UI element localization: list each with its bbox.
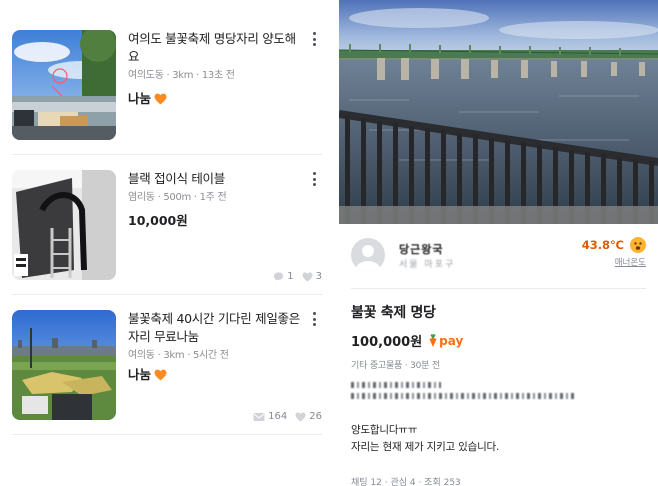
item-thumbnail bbox=[12, 310, 116, 420]
seller-profile[interactable]: 당근왕국 서울 마포구 43.8℃ 매너온도 bbox=[339, 224, 658, 288]
like-count: 26 bbox=[295, 411, 322, 422]
item-description: 양도합니다ㅠㅠ 자리는 현재 제가 지키고 있습니다. bbox=[351, 422, 499, 456]
chat-count: 164 bbox=[253, 411, 287, 422]
more-vertical-icon[interactable] bbox=[310, 310, 318, 328]
item-price-label: 10,000원 bbox=[128, 213, 188, 228]
item-price: 나눔 bbox=[128, 90, 306, 108]
chat-count-value: 164 bbox=[268, 411, 288, 422]
chat-bubble-icon bbox=[274, 272, 284, 281]
item-stats: 164 26 bbox=[253, 411, 322, 422]
item-stats-footer: 채팅 12 · 관심 4 · 조회 253 bbox=[351, 478, 461, 486]
item-info: 블랙 접이식 테이블 염리동 · 500m · 1주 전 10,000원 bbox=[128, 170, 306, 230]
avatar bbox=[351, 238, 385, 272]
list-item[interactable]: 여의도 불꽃축제 명당자리 양도해요 여의도동 · 3km · 13초 전 나눔 bbox=[0, 20, 336, 150]
detail-title: 불꽃 축제 명당 bbox=[351, 305, 436, 321]
divider bbox=[12, 434, 322, 435]
description-line: 자리는 현재 제가 지키고 있습니다. bbox=[351, 441, 500, 453]
item-stats: 1 3 bbox=[273, 271, 322, 282]
detail-price: 100,000원 pay bbox=[351, 331, 463, 351]
orange-heart-icon bbox=[154, 369, 167, 381]
item-meta: 여의도동 · 3km · 13초 전 bbox=[128, 70, 235, 81]
chat-count: 1 bbox=[273, 271, 294, 282]
listing-feed: 여의도 불꽃축제 명당자리 양도해요 여의도동 · 3km · 13초 전 나눔 bbox=[0, 0, 336, 486]
item-price-label: 나눔 bbox=[128, 91, 152, 106]
detail-price-value: 100,000원 bbox=[351, 335, 423, 350]
seller-name: 당근왕국 bbox=[399, 243, 444, 256]
manner-label[interactable]: 매너온도 bbox=[615, 256, 646, 268]
more-vertical-icon[interactable] bbox=[310, 170, 318, 188]
heart-outline-icon bbox=[295, 411, 306, 422]
chat-count-value: 1 bbox=[287, 271, 294, 282]
orange-heart-icon bbox=[154, 93, 167, 105]
carrot-icon bbox=[429, 334, 437, 347]
item-meta: 여의동 · 3km · 5시간 전 bbox=[128, 350, 229, 361]
list-item[interactable]: 블랙 접이식 테이블 염리동 · 500m · 1주 전 10,000원 1 3 bbox=[0, 160, 336, 290]
more-vertical-icon[interactable] bbox=[310, 30, 318, 48]
like-count-value: 3 bbox=[315, 271, 322, 282]
like-count-value: 26 bbox=[309, 411, 322, 422]
item-price-label: 나눔 bbox=[128, 367, 152, 382]
list-item[interactable]: 불꽃축제 40시간 기다린 제일좋은자리 무료나눔 여의동 · 3km · 5시… bbox=[0, 300, 336, 430]
pay-badge: pay bbox=[428, 334, 463, 348]
manner-temperature: 43.8℃ bbox=[581, 238, 624, 252]
item-info: 불꽃축제 40시간 기다린 제일좋은자리 무료나눔 여의동 · 3km · 5시… bbox=[128, 310, 306, 384]
blurred-text bbox=[351, 382, 591, 404]
divider bbox=[351, 288, 646, 289]
divider bbox=[12, 294, 322, 295]
seller-location: 서울 마포구 bbox=[399, 260, 456, 270]
item-title: 여의도 불꽃축제 명당자리 양도해요 bbox=[128, 31, 296, 64]
item-detail: 당근왕국 서울 마포구 43.8℃ 매너온도 불꽃 축제 명당 100,000원… bbox=[339, 0, 658, 486]
item-thumbnail bbox=[12, 170, 116, 280]
item-title: 불꽃축제 40시간 기다린 제일좋은자리 무료나눔 bbox=[128, 311, 300, 344]
description-line: 양도합니다ㅠㅠ bbox=[351, 424, 418, 436]
category-time[interactable]: 기타 중고물품 · 30분 전 bbox=[351, 358, 440, 371]
divider bbox=[12, 154, 322, 155]
pay-label: pay bbox=[439, 333, 464, 348]
item-thumbnail bbox=[12, 30, 116, 140]
smiley-face-icon bbox=[630, 237, 646, 253]
item-price: 10,000원 bbox=[128, 212, 306, 230]
like-count: 3 bbox=[302, 271, 322, 282]
item-price: 나눔 bbox=[128, 366, 306, 384]
item-title: 블랙 접이식 테이블 bbox=[128, 171, 225, 186]
item-photo[interactable] bbox=[339, 0, 658, 224]
item-info: 여의도 불꽃축제 명당자리 양도해요 여의도동 · 3km · 13초 전 나눔 bbox=[128, 30, 306, 108]
item-meta: 염리동 · 500m · 1주 전 bbox=[128, 192, 227, 203]
mail-icon bbox=[253, 412, 265, 421]
heart-outline-icon bbox=[302, 271, 313, 282]
